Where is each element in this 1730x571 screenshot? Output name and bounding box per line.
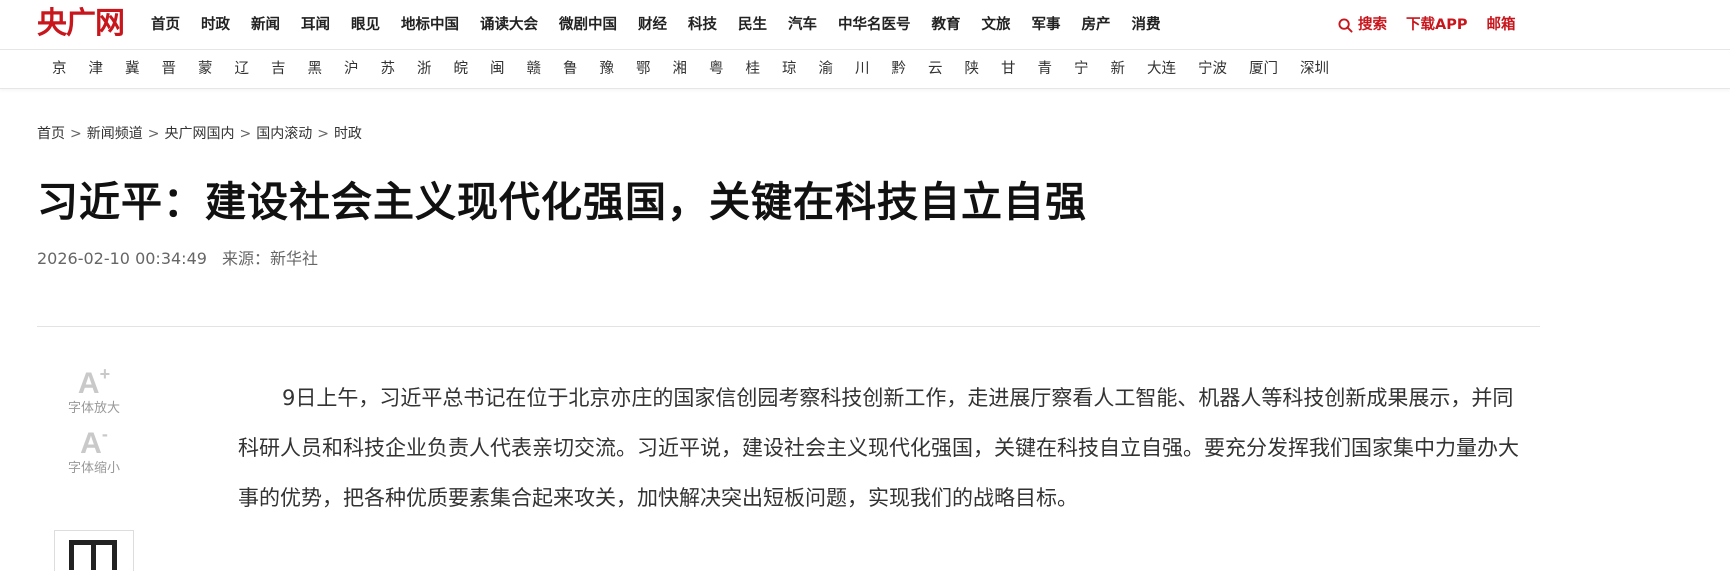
region-item[interactable]: 渝 <box>819 59 834 79</box>
search-button[interactable]: 搜索 <box>1338 14 1387 36</box>
breadcrumb-separator: > <box>70 126 82 142</box>
region-item[interactable]: 粤 <box>709 59 724 79</box>
nav-item-education[interactable]: 教育 <box>932 14 961 36</box>
nav-item-recitation[interactable]: 诵读大会 <box>480 14 538 36</box>
breadcrumb-politics[interactable]: 时政 <box>334 124 362 144</box>
nav-item-yanjian[interactable]: 眼见 <box>351 14 380 36</box>
font-decrease-button[interactable]: A- 字体缩小 <box>56 424 132 479</box>
main-nav: 首页 时政 新闻 耳闻 眼见 地标中国 诵读大会 微剧中国 财经 科技 民生 汽… <box>151 14 1182 36</box>
region-item[interactable]: 豫 <box>600 59 615 79</box>
article-title: 习近平：建设社会主义现代化强国，关键在科技自立自强 <box>37 178 1087 226</box>
nav-item-culture-travel[interactable]: 文旅 <box>982 14 1011 36</box>
nav-item-landmark-china[interactable]: 地标中国 <box>401 14 459 36</box>
font-decrease-icon: A- <box>80 424 108 460</box>
region-item[interactable]: 黑 <box>308 59 323 79</box>
source-label: 来源： <box>222 249 271 268</box>
breadcrumb-separator: > <box>317 126 329 142</box>
region-item[interactable]: 琼 <box>782 59 797 79</box>
top-nav-bar: 央广网 首页 时政 新闻 耳闻 眼见 地标中国 诵读大会 微剧中国 财经 科技 … <box>0 0 1730 50</box>
nav-item-auto[interactable]: 汽车 <box>788 14 817 36</box>
font-increase-button[interactable]: A+ 字体放大 <box>56 364 132 419</box>
breadcrumb-domestic[interactable]: 央广网国内 <box>164 124 234 144</box>
region-item[interactable]: 闽 <box>490 59 505 79</box>
font-increase-icon: A+ <box>77 364 111 400</box>
region-item[interactable]: 深圳 <box>1300 59 1329 79</box>
nav-item-home[interactable]: 首页 <box>151 14 180 36</box>
nav-item-micro-drama[interactable]: 微剧中国 <box>559 14 617 36</box>
region-item[interactable]: 辽 <box>235 59 250 79</box>
article-source: 新华社 <box>270 249 319 268</box>
region-item[interactable]: 苏 <box>381 59 396 79</box>
mail-link[interactable]: 邮箱 <box>1486 14 1515 36</box>
download-app-link[interactable]: 下载APP <box>1406 14 1467 36</box>
region-item[interactable]: 吉 <box>271 59 286 79</box>
nav-item-finance[interactable]: 财经 <box>638 14 667 36</box>
region-item[interactable]: 津 <box>89 59 104 79</box>
font-increase-label: 字体放大 <box>67 401 120 416</box>
region-item[interactable]: 湘 <box>673 59 688 79</box>
region-item[interactable]: 赣 <box>527 59 542 79</box>
region-item[interactable]: 桂 <box>746 59 761 79</box>
nav-item-erwen[interactable]: 耳闻 <box>301 14 330 36</box>
content-divider <box>37 326 1540 327</box>
site-logo[interactable]: 央广网 <box>37 6 125 42</box>
region-item[interactable]: 蒙 <box>198 59 213 79</box>
breadcrumb: 首页 > 新闻频道 > 央广网国内 > 国内滚动 > 时政 <box>37 124 362 144</box>
qr-code-icon <box>69 540 117 570</box>
region-item[interactable]: 鲁 <box>563 59 578 79</box>
font-decrease-label: 字体缩小 <box>67 461 120 476</box>
region-item[interactable]: 冀 <box>125 59 140 79</box>
breadcrumb-domestic-rolling[interactable]: 国内滚动 <box>256 124 312 144</box>
header-tools: 搜索 下载APP 邮箱 <box>1338 14 1515 36</box>
nav-item-news[interactable]: 新闻 <box>251 14 280 36</box>
nav-item-tech[interactable]: 科技 <box>688 14 717 36</box>
article-datetime: 2026-02-10 00:34:49 <box>37 249 207 268</box>
region-item[interactable]: 皖 <box>454 59 469 79</box>
article-body: 9日上午，习近平总书记在位于北京亦庄的国家信创园考察科技创新工作，走进展厅察看人… <box>238 386 1519 510</box>
region-item[interactable]: 新 <box>1111 59 1126 79</box>
nav-item-consumption[interactable]: 消费 <box>1132 14 1161 36</box>
nav-item-military[interactable]: 军事 <box>1032 14 1061 36</box>
nav-item-politics[interactable]: 时政 <box>201 14 230 36</box>
region-item[interactable]: 晋 <box>162 59 177 79</box>
region-item[interactable]: 青 <box>1038 59 1053 79</box>
region-item[interactable]: 云 <box>928 59 943 79</box>
region-item[interactable]: 鄂 <box>636 59 651 79</box>
breadcrumb-separator: > <box>147 126 160 142</box>
region-item[interactable]: 陕 <box>965 59 980 79</box>
nav-item-realestate[interactable]: 房产 <box>1082 14 1111 36</box>
region-item[interactable]: 川 <box>855 59 870 79</box>
article-meta: 2026-02-10 00:34:49 来源：新华社 <box>37 248 318 270</box>
breadcrumb-separator: > <box>239 126 252 142</box>
qr-code-box[interactable] <box>54 530 134 571</box>
region-list: 京 津 冀 晋 蒙 辽 吉 黑 沪 苏 浙 皖 闽 赣 鲁 豫 鄂 湘 粤 桂 … <box>52 59 1351 79</box>
search-label: 搜索 <box>1358 17 1387 33</box>
region-item[interactable]: 黔 <box>892 59 907 79</box>
region-item[interactable]: 厦门 <box>1249 59 1278 79</box>
region-item[interactable]: 大连 <box>1147 59 1176 79</box>
nav-item-livelihood[interactable]: 民生 <box>738 14 767 36</box>
breadcrumb-home[interactable]: 首页 <box>37 124 65 144</box>
search-icon <box>1338 17 1353 33</box>
region-item[interactable]: 浙 <box>417 59 432 79</box>
region-item[interactable]: 宁 <box>1074 59 1089 79</box>
breadcrumb-news-channel[interactable]: 新闻频道 <box>87 124 143 144</box>
region-nav-bar: 京 津 冀 晋 蒙 辽 吉 黑 沪 苏 浙 皖 闽 赣 鲁 豫 鄂 湘 粤 桂 … <box>0 50 1730 89</box>
region-item[interactable]: 甘 <box>1001 59 1016 79</box>
region-item[interactable]: 宁波 <box>1198 59 1227 79</box>
font-size-tools: A+ 字体放大 A- 字体缩小 <box>56 364 132 489</box>
region-item[interactable]: 沪 <box>344 59 359 79</box>
nav-item-doctors[interactable]: 中华名医号 <box>838 14 911 36</box>
region-item[interactable]: 京 <box>52 59 67 79</box>
